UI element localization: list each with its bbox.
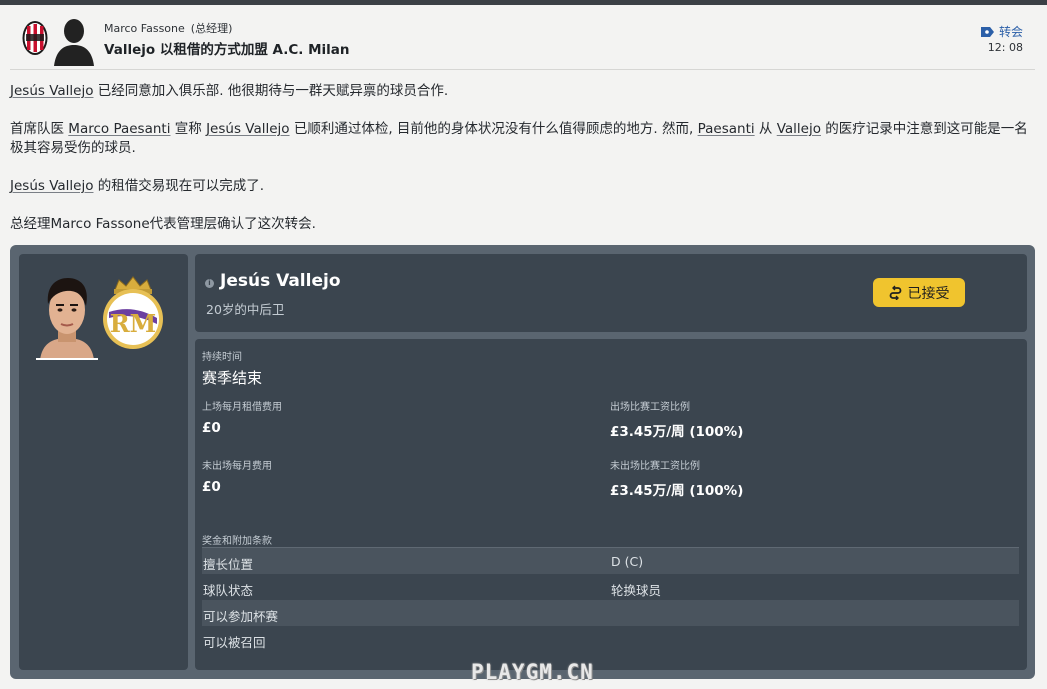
loan-details-card: 持续时间 赛季结束 上场每月租借费用 £0 出场比赛工资比例 £3.45万/周 … — [195, 339, 1027, 670]
wage-share-unplayed-label: 未出场比赛工资比例 — [610, 461, 700, 472]
table-row: 可以参加杯赛 — [202, 600, 1019, 626]
monthly-fee-played-value: £0 — [202, 420, 221, 436]
top-strip — [0, 0, 1047, 5]
paragraph-text: 已顺利通过体检, 目前他的身体状况没有什么值得顾虑的地方. 然而, — [289, 121, 698, 137]
clause-key: 可以被召回 — [203, 635, 266, 650]
message-header: Marco Fassone (总经理) Vallejo 以租借的方式加盟 A.C.… — [10, 12, 1035, 70]
player-link[interactable]: Jesús Vallejo — [10, 83, 93, 99]
clause-key: 可以参加杯赛 — [203, 609, 279, 624]
monthly-fee-unplayed-label: 未出场每月费用 — [202, 461, 272, 472]
wage-share-played-label: 出场比赛工资比例 — [610, 402, 690, 413]
player-link[interactable]: Jesús Vallejo — [206, 121, 289, 137]
milan-crest-icon[interactable] — [22, 20, 48, 56]
clause-key: 擅长位置 — [203, 557, 254, 572]
table-row: 可以被召回 — [202, 626, 1019, 652]
status-label: 已接受 — [907, 285, 950, 302]
table-row: 球队状态 轮换球员 — [202, 574, 1019, 600]
player-name[interactable]: Jesús Vallejo — [220, 271, 341, 291]
wage-share-unplayed-value: £3.45万/周 (100%) — [610, 483, 744, 499]
sender-role: (总经理) — [190, 22, 233, 35]
clause-value: D (C) — [611, 554, 644, 569]
doctor-short-link[interactable]: Paesanti — [698, 121, 755, 137]
duration-value: 赛季结束 — [202, 369, 263, 387]
message-time: 12: 08 — [987, 41, 1023, 54]
clause-key: 球队状态 — [203, 583, 254, 598]
player-description: 20岁的中后卫 — [206, 302, 285, 317]
paragraph-medical: 首席队医 Marco Paesanti 宣称 Jesús Vallejo 已顺利… — [10, 120, 1035, 158]
monthly-fee-played-label: 上场每月租借费用 — [202, 402, 282, 413]
paragraph-text: 从 — [754, 121, 777, 137]
sender: Marco Fassone (总经理) — [104, 20, 232, 36]
accepted-icon — [889, 285, 901, 300]
transfer-panel: RM i Jesús Vallejo 20岁的中后卫 已接受 持续时间 赛季结束… — [10, 245, 1035, 679]
paragraph-text: 宣称 — [170, 121, 207, 137]
paragraph-deal: Jesús Vallejo 的租借交易现在可以完成了. — [10, 177, 1035, 196]
doctor-link[interactable]: Marco Paesanti — [68, 121, 170, 137]
paragraph-agreement: Jesús Vallejo 已经同意加入俱乐部. 他很期待与一群天赋异禀的球员合… — [10, 82, 1035, 101]
clauses-table: 擅长位置 D (C) 球队状态 轮换球员 可以参加杯赛 可以被召回 — [202, 547, 1019, 652]
paragraph-text: 的租借交易现在可以完成了. — [93, 178, 265, 194]
svg-text:RM: RM — [110, 309, 157, 338]
player-images-card: RM — [19, 254, 188, 670]
table-row: 擅长位置 D (C) — [202, 548, 1019, 574]
manager-silhouette-icon[interactable] — [52, 14, 96, 66]
paragraph-text: 首席队医 — [10, 121, 69, 137]
player-link[interactable]: Jesús Vallejo — [10, 178, 93, 194]
transfer-tag[interactable]: 转会 — [980, 23, 1023, 40]
tag-label: 转会 — [998, 25, 1023, 39]
clause-value: 轮换球员 — [611, 583, 662, 598]
player-face[interactable] — [36, 274, 98, 360]
info-icon[interactable]: i — [205, 279, 214, 288]
accepted-status-button[interactable]: 已接受 — [873, 278, 965, 307]
watermark: PLAYGM.CN — [471, 660, 594, 684]
monthly-fee-unplayed-value: £0 — [202, 479, 221, 495]
player-short-link[interactable]: Vallejo — [777, 121, 821, 137]
sender-name[interactable]: Marco Fassone — [104, 22, 185, 35]
player-header-card: i Jesús Vallejo 20岁的中后卫 已接受 — [195, 254, 1027, 332]
paragraph-text: 已经同意加入俱乐部. 他很期待与一群天赋异禀的球员合作. — [93, 83, 449, 99]
wage-share-played-value: £3.45万/周 (100%) — [610, 424, 744, 440]
transfer-tag-icon — [980, 26, 994, 37]
real-madrid-crest-icon[interactable]: RM — [99, 274, 167, 350]
clauses-title: 奖金和附加条款 — [202, 536, 272, 547]
paragraph-confirmation: 总经理Marco Fassone代表管理层确认了这次转会. — [10, 216, 316, 232]
duration-label: 持续时间 — [202, 352, 242, 363]
message-subject: Vallejo 以租借的方式加盟 A.C. Milan — [104, 42, 350, 58]
